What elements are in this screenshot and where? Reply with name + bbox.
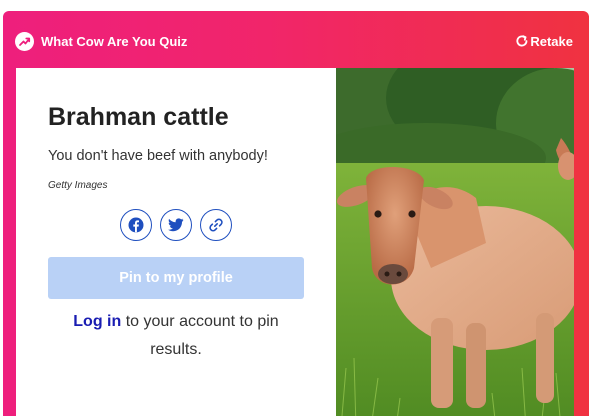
result-title: Brahman cattle	[48, 103, 229, 131]
login-prompt-text-2: results.	[150, 341, 202, 358]
retake-label: Retake	[530, 33, 573, 49]
facebook-icon	[128, 217, 144, 233]
result-panel: Brahman cattle You don't have beef with …	[16, 68, 574, 416]
quiz-header: What Cow Are You Quiz Retake	[3, 11, 589, 68]
login-link[interactable]: Log in	[73, 313, 121, 330]
copy-link-button[interactable]	[200, 209, 232, 241]
twitter-icon	[168, 218, 184, 232]
result-image	[336, 68, 574, 416]
result-description: You don't have beef with anybody!	[48, 148, 268, 164]
result-text-column: Brahman cattle You don't have beef with …	[16, 68, 336, 416]
login-prompt: Log in to your account to pin results.	[48, 308, 304, 364]
link-icon	[209, 218, 223, 232]
quiz-brand: What Cow Are You Quiz	[15, 31, 187, 51]
twitter-share-button[interactable]	[160, 209, 192, 241]
trending-icon	[15, 31, 34, 51]
retake-button[interactable]: Retake	[515, 31, 573, 51]
facebook-share-button[interactable]	[120, 209, 152, 241]
share-buttons	[120, 209, 240, 241]
quiz-title: What Cow Are You Quiz	[41, 33, 188, 49]
quiz-result-card: What Cow Are You Quiz Retake Brahman cat…	[3, 11, 589, 416]
image-credit: Getty Images	[48, 180, 108, 191]
refresh-icon	[516, 35, 528, 47]
pin-to-profile-button[interactable]: Pin to my profile	[48, 257, 304, 299]
login-prompt-text: to your account to pin	[121, 313, 279, 330]
